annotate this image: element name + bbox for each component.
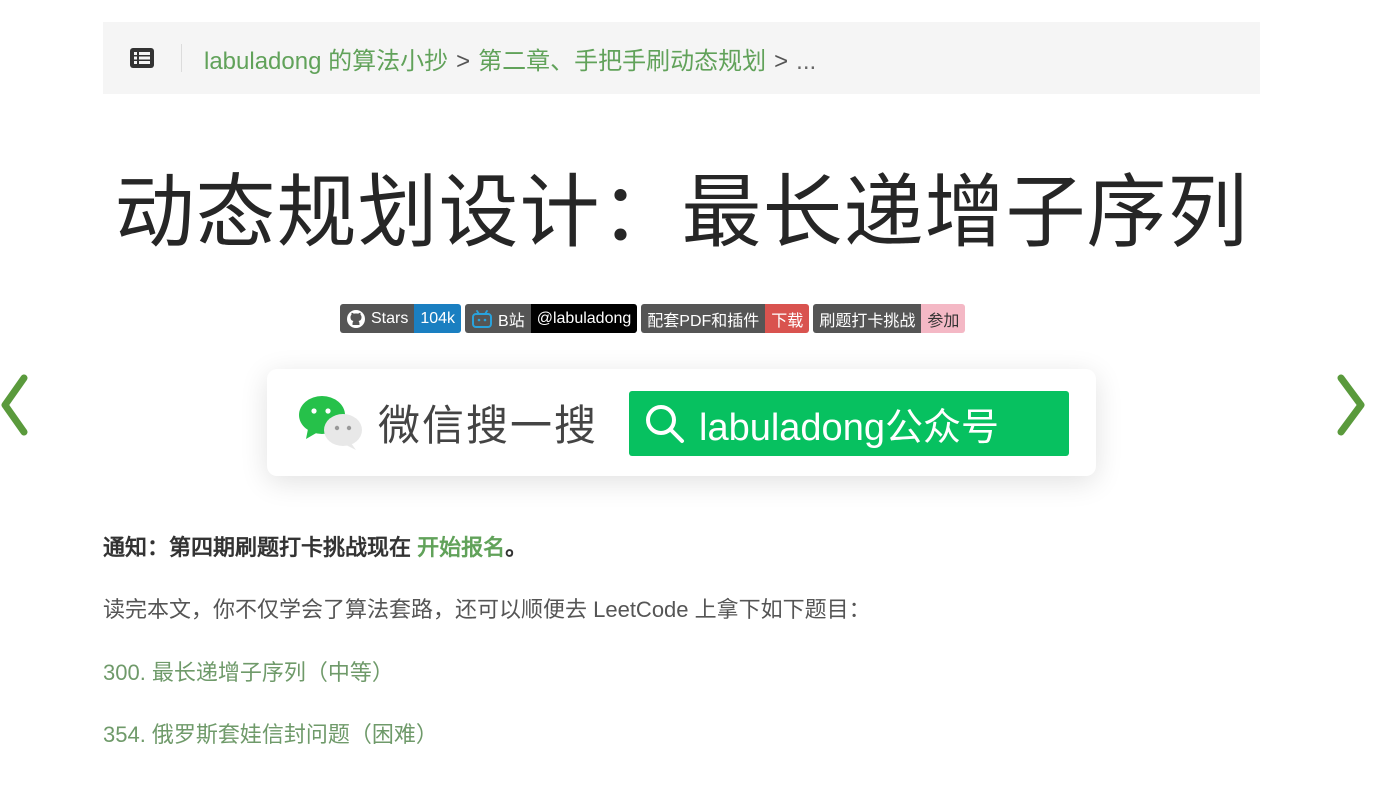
signup-link[interactable]: 开始报名	[417, 535, 505, 560]
divider	[181, 44, 182, 72]
page-title: 动态规划设计：最长递增子序列	[114, 168, 1249, 257]
top-bar: labuladong 的算法小抄 > 第二章、手把手刷动态规划 >...	[103, 22, 1260, 94]
badge-left: B站	[465, 304, 531, 333]
intro-paragraph: 读完本文，你不仅学会了算法套路，还可以顺便去 LeetCode 上拿下如下题目：	[103, 597, 871, 622]
problem-link-354[interactable]: 354. 俄罗斯套娃信封问题（困难）	[103, 717, 438, 749]
bilibili-icon	[472, 309, 493, 328]
breadcrumb-item-home[interactable]: labuladong 的算法小抄	[204, 48, 448, 75]
next-page-arrow-icon[interactable]	[1336, 372, 1368, 443]
badge-right-value: 104k	[414, 304, 462, 333]
breadcrumb: labuladong 的算法小抄 > 第二章、手把手刷动态规划 >...	[204, 41, 816, 76]
notice-suffix: 。	[505, 535, 528, 560]
wechat-search-text: 微信搜一搜	[378, 402, 599, 449]
search-icon	[646, 404, 684, 443]
badge-row: Stars 104k B站 @labuladong 配套PDF和插件 下载 刷题…	[340, 304, 966, 333]
badge-left-label: Stars	[371, 309, 409, 327]
challenge-badge[interactable]: 刷题打卡挑战 参加	[813, 304, 966, 333]
github-icon	[347, 309, 365, 328]
wechat-search-button[interactable]: labuladong公众号	[629, 391, 1069, 456]
badge-left-label: 配套PDF和插件	[641, 304, 766, 333]
badge-left-label: B站	[498, 312, 525, 330]
notice-prefix: 通知：第四期刷题打卡挑战现在	[103, 535, 412, 560]
breadcrumb-ellipsis: ...	[796, 47, 817, 75]
bilibili-badge[interactable]: B站 @labuladong	[465, 304, 638, 333]
badge-right-value: @labuladong	[530, 304, 638, 333]
breadcrumb-separator: >	[774, 47, 789, 75]
problem-link-300[interactable]: 300. 最长递增子序列（中等）	[103, 655, 394, 687]
badge-right-value: 下载	[765, 304, 810, 333]
badge-right-value: 参加	[921, 304, 966, 333]
breadcrumb-separator: >	[456, 47, 471, 75]
github-stars-badge[interactable]: Stars 104k	[340, 304, 462, 333]
badge-left: Stars	[340, 304, 415, 333]
prev-page-arrow-icon[interactable]	[0, 372, 30, 443]
pdf-download-badge[interactable]: 配套PDF和插件 下载	[641, 304, 810, 333]
list-menu-icon[interactable]	[103, 48, 181, 68]
notice-text: 通知：第四期刷题打卡挑战现在 开始报名。	[103, 530, 527, 562]
badge-left-label: 刷题打卡挑战	[813, 304, 922, 333]
wechat-search-button-label: labuladong公众号	[699, 407, 999, 449]
breadcrumb-item-chapter[interactable]: 第二章、手把手刷动态规划	[478, 48, 766, 75]
wechat-logo-icon	[299, 396, 362, 450]
